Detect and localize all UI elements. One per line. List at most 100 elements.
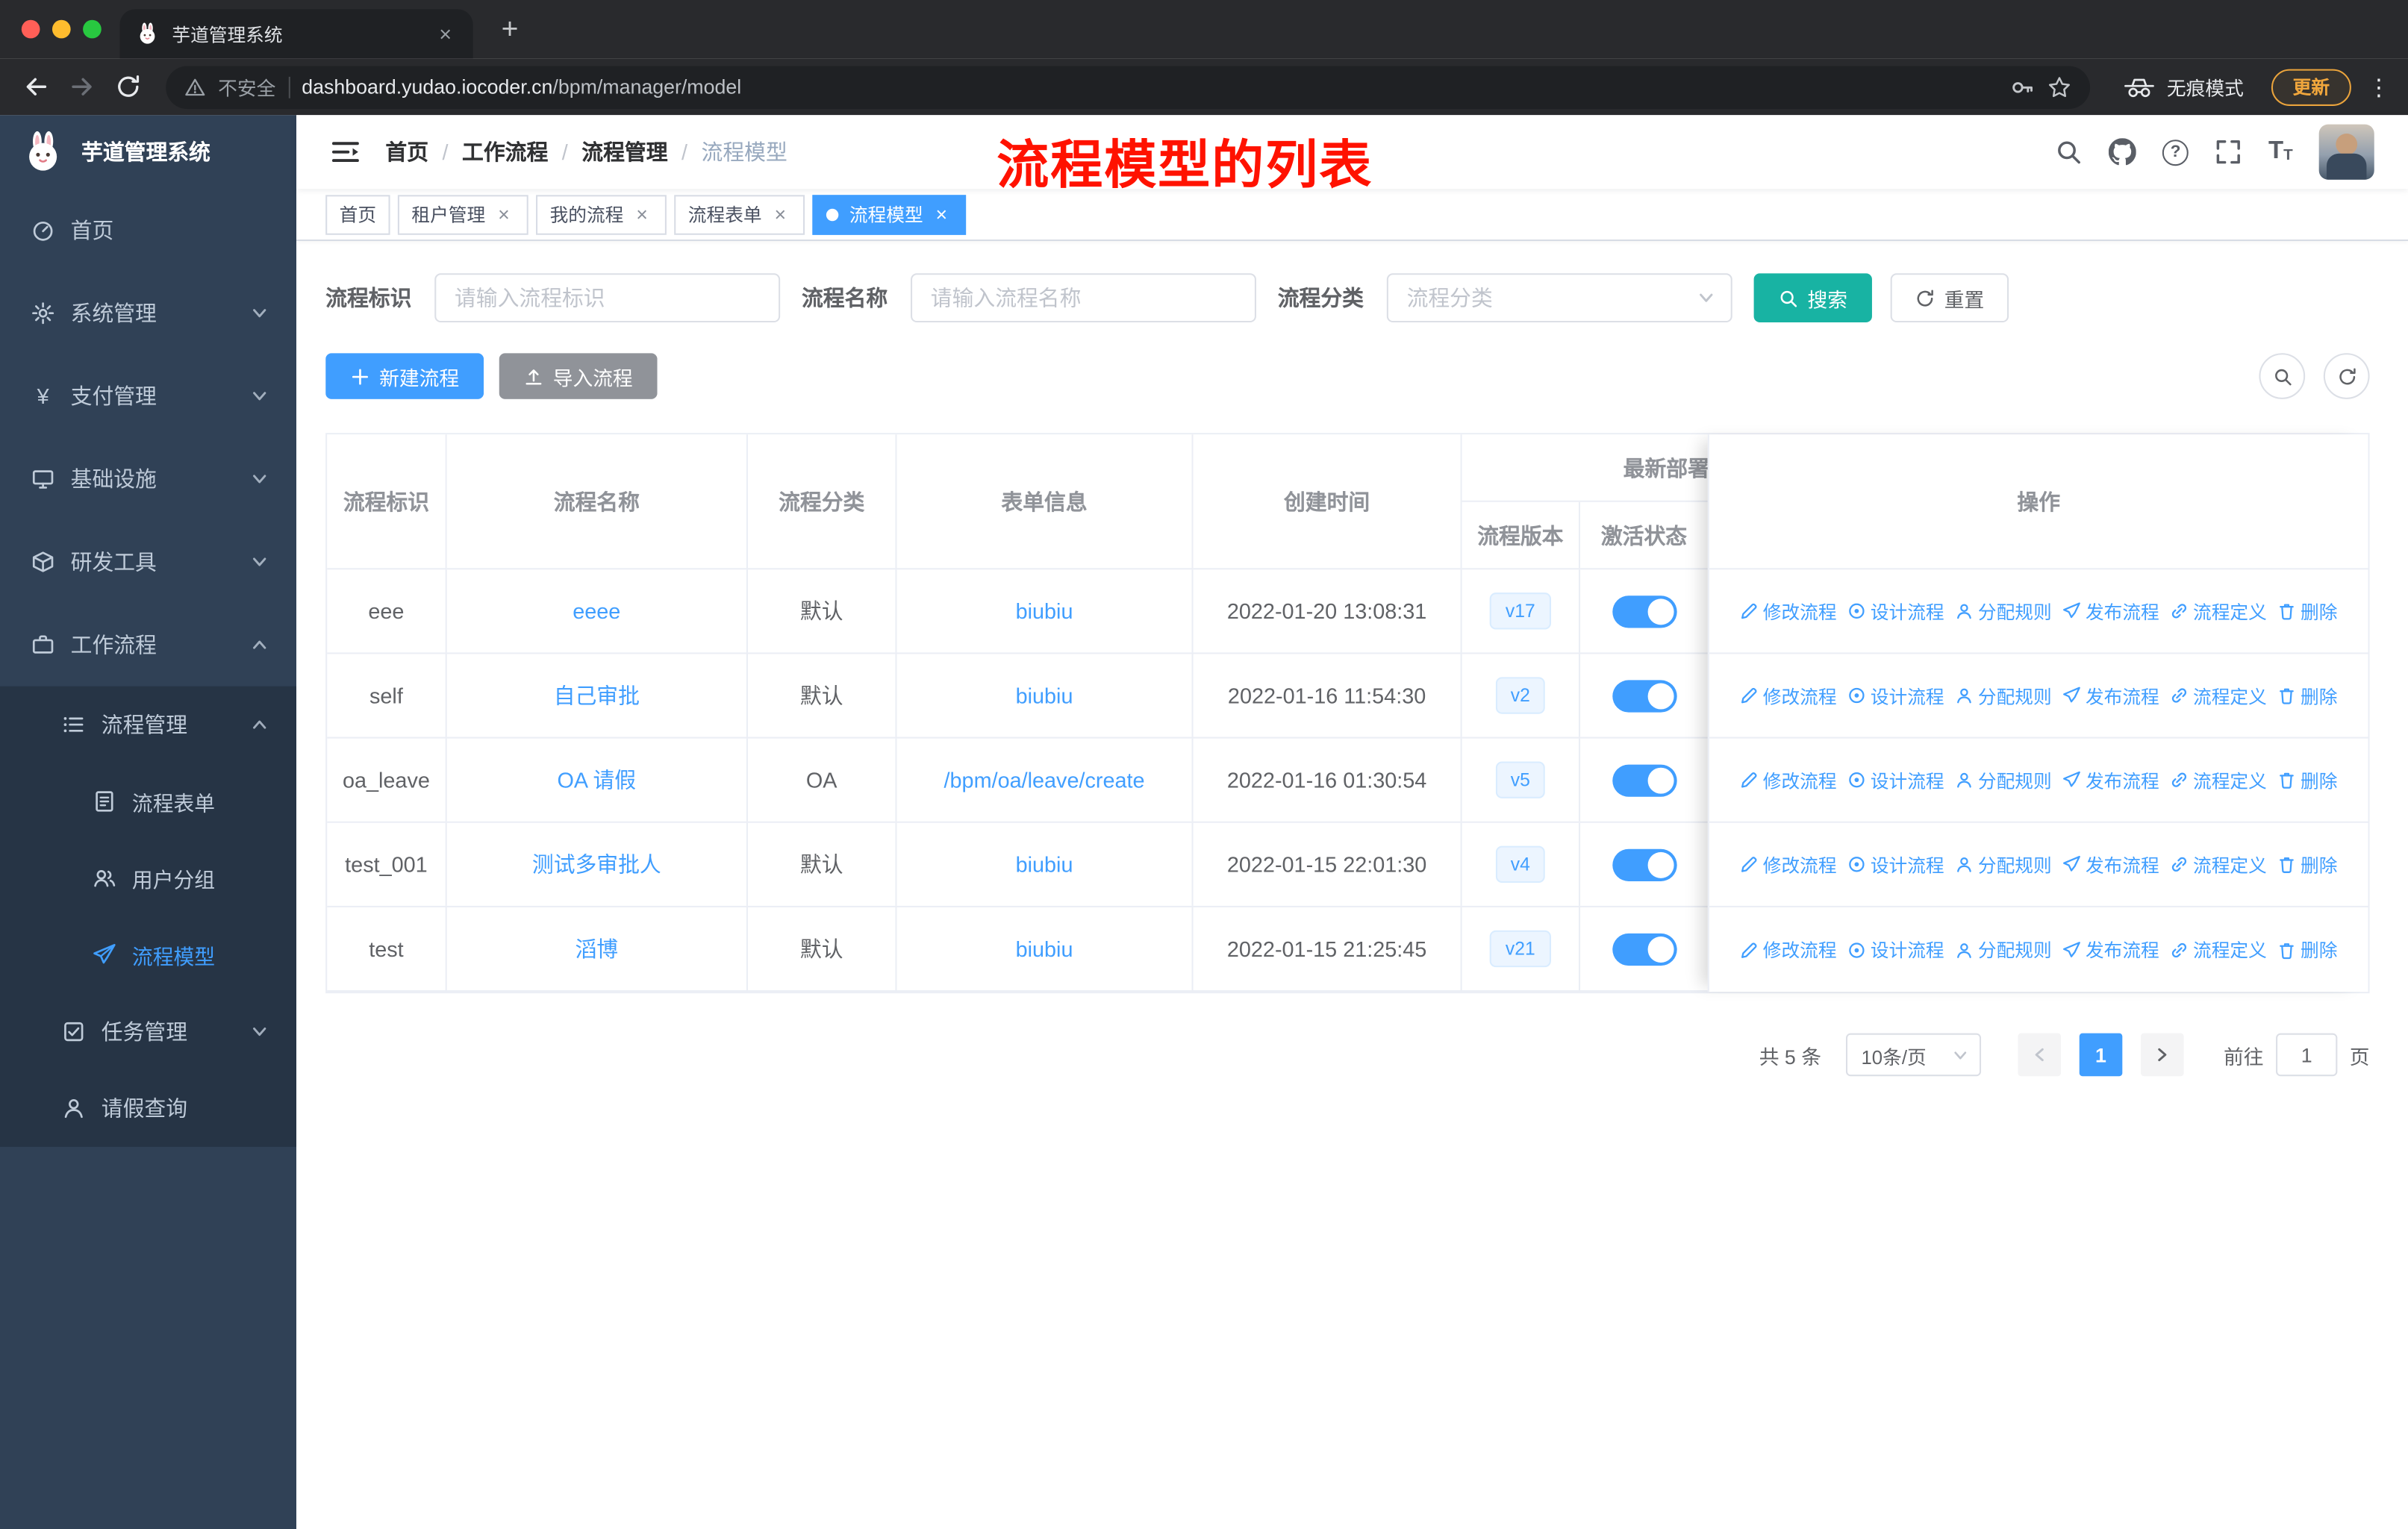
sidebar-item-devtools[interactable]: 研发工具 xyxy=(0,520,296,603)
window-close-button[interactable] xyxy=(21,19,40,39)
window-zoom-button[interactable] xyxy=(83,19,102,39)
sidebar-item-process-model[interactable]: 流程模型 xyxy=(0,916,296,993)
active-toggle[interactable] xyxy=(1612,932,1676,966)
assign-rule-link[interactable]: 分配规则 xyxy=(1955,851,2052,878)
process-name-link[interactable]: 滔博 xyxy=(575,934,618,964)
page-number-current[interactable]: 1 xyxy=(2079,1033,2123,1077)
new-tab-button[interactable] xyxy=(491,12,528,49)
sidebar-item-payment[interactable]: 支付管理 xyxy=(0,354,296,437)
update-button[interactable]: 更新 xyxy=(2271,68,2351,105)
sidebar-item-user-group[interactable]: 用户分组 xyxy=(0,839,296,916)
github-icon[interactable] xyxy=(2109,138,2136,166)
app-logo-row[interactable]: 芋道管理系统 xyxy=(0,115,296,189)
tag-process-form[interactable]: 流程表单 xyxy=(674,194,805,234)
sidebar-item-leave-query[interactable]: 请假查询 xyxy=(0,1070,296,1147)
version-badge[interactable]: v4 xyxy=(1495,845,1546,884)
sidebar-item-workflow[interactable]: 工作流程 xyxy=(0,604,296,687)
category-select[interactable]: 流程分类 xyxy=(1386,273,1732,323)
form-info-link[interactable]: biubiu xyxy=(1016,937,1073,961)
publish-process-link[interactable]: 发布流程 xyxy=(2062,683,2159,709)
browser-tab[interactable]: 芋道管理系统 xyxy=(119,9,473,59)
assign-rule-link[interactable]: 分配规则 xyxy=(1955,598,2052,624)
reload-button[interactable] xyxy=(107,66,147,106)
sidebar-item-task-manage[interactable]: 任务管理 xyxy=(0,993,296,1070)
process-id-input[interactable] xyxy=(434,273,781,323)
breadcrumb-workflow[interactable]: 工作流程 xyxy=(462,137,548,167)
help-icon[interactable] xyxy=(2162,139,2189,166)
page-size-select[interactable]: 10条/页 xyxy=(1845,1033,1981,1077)
sidebar-item-infra[interactable]: 基础设施 xyxy=(0,437,296,520)
assign-rule-link[interactable]: 分配规则 xyxy=(1955,767,2052,793)
form-info-link[interactable]: biubiu xyxy=(1016,852,1073,877)
edit-process-link[interactable]: 修改流程 xyxy=(1740,683,1837,709)
search-icon[interactable] xyxy=(2055,138,2083,166)
reset-button[interactable]: 重置 xyxy=(1890,273,2009,323)
import-process-button[interactable]: 导入流程 xyxy=(499,353,658,399)
sidebar-item-process-form[interactable]: 流程表单 xyxy=(0,763,296,840)
delete-link[interactable]: 删除 xyxy=(2277,937,2337,963)
process-definition-link[interactable]: 流程定义 xyxy=(2170,683,2267,709)
forward-button[interactable] xyxy=(61,66,101,106)
tag-close-icon[interactable] xyxy=(770,204,791,225)
tag-close-icon[interactable] xyxy=(931,204,952,225)
design-process-link[interactable]: 设计流程 xyxy=(1847,767,1944,793)
form-info-link[interactable]: /bpm/oa/leave/create xyxy=(944,768,1145,792)
sidebar-collapse-icon[interactable] xyxy=(330,137,361,167)
security-warning-icon[interactable] xyxy=(184,76,206,98)
version-badge[interactable]: v5 xyxy=(1495,761,1546,798)
edit-process-link[interactable]: 修改流程 xyxy=(1740,598,1837,624)
sidebar-item-system[interactable]: 系统管理 xyxy=(0,272,296,354)
publish-process-link[interactable]: 发布流程 xyxy=(2062,598,2159,624)
goto-page-input[interactable] xyxy=(2276,1033,2338,1077)
tag-close-icon[interactable] xyxy=(631,204,653,225)
refresh-table-button[interactable] xyxy=(2323,353,2370,399)
design-process-link[interactable]: 设计流程 xyxy=(1847,683,1944,709)
tab-close-icon[interactable] xyxy=(433,22,458,46)
active-toggle[interactable] xyxy=(1612,679,1676,712)
publish-process-link[interactable]: 发布流程 xyxy=(2062,937,2159,963)
tag-tenant[interactable]: 租户管理 xyxy=(397,194,528,234)
process-name-link[interactable]: OA 请假 xyxy=(557,765,636,795)
process-name-link[interactable]: 测试多审批人 xyxy=(532,849,661,880)
tag-my-process[interactable]: 我的流程 xyxy=(536,194,667,234)
delete-link[interactable]: 删除 xyxy=(2277,767,2337,793)
assign-rule-link[interactable]: 分配规则 xyxy=(1955,683,2052,709)
version-badge[interactable]: v17 xyxy=(1490,592,1551,630)
user-avatar[interactable] xyxy=(2318,124,2374,180)
design-process-link[interactable]: 设计流程 xyxy=(1847,598,1944,624)
process-definition-link[interactable]: 流程定义 xyxy=(2170,598,2267,624)
active-toggle[interactable] xyxy=(1612,848,1676,881)
search-button[interactable]: 搜索 xyxy=(1753,273,1873,323)
process-definition-link[interactable]: 流程定义 xyxy=(2170,851,2267,878)
create-process-button[interactable]: 新建流程 xyxy=(325,353,484,399)
window-minimize-button[interactable] xyxy=(52,19,71,39)
process-name-input[interactable] xyxy=(911,273,1256,323)
edit-process-link[interactable]: 修改流程 xyxy=(1740,767,1837,793)
version-badge[interactable]: v2 xyxy=(1495,677,1546,714)
password-key-icon[interactable] xyxy=(2010,75,2035,99)
active-toggle[interactable] xyxy=(1612,595,1676,628)
delete-link[interactable]: 删除 xyxy=(2277,851,2337,878)
active-toggle[interactable] xyxy=(1612,763,1676,796)
assign-rule-link[interactable]: 分配规则 xyxy=(1955,937,2052,963)
sidebar-item-home[interactable]: 首页 xyxy=(0,189,296,272)
publish-process-link[interactable]: 发布流程 xyxy=(2062,851,2159,878)
publish-process-link[interactable]: 发布流程 xyxy=(2062,767,2159,793)
form-info-link[interactable]: biubiu xyxy=(1016,598,1073,623)
security-label[interactable]: 不安全 xyxy=(218,72,275,101)
prev-page-button[interactable] xyxy=(2018,1033,2061,1077)
process-name-link[interactable]: eeee xyxy=(573,598,620,623)
font-size-icon[interactable] xyxy=(2268,140,2293,164)
breadcrumb-home[interactable]: 首页 xyxy=(385,137,428,167)
tag-home[interactable]: 首页 xyxy=(325,194,390,234)
design-process-link[interactable]: 设计流程 xyxy=(1847,937,1944,963)
fullscreen-icon[interactable] xyxy=(2215,138,2242,166)
delete-link[interactable]: 删除 xyxy=(2277,598,2337,624)
tag-close-icon[interactable] xyxy=(493,204,514,225)
browser-menu-icon[interactable] xyxy=(2365,73,2392,101)
design-process-link[interactable]: 设计流程 xyxy=(1847,851,1944,878)
toggle-search-button[interactable] xyxy=(2259,353,2306,399)
edit-process-link[interactable]: 修改流程 xyxy=(1740,937,1837,963)
form-info-link[interactable]: biubiu xyxy=(1016,684,1073,708)
process-definition-link[interactable]: 流程定义 xyxy=(2170,937,2267,963)
